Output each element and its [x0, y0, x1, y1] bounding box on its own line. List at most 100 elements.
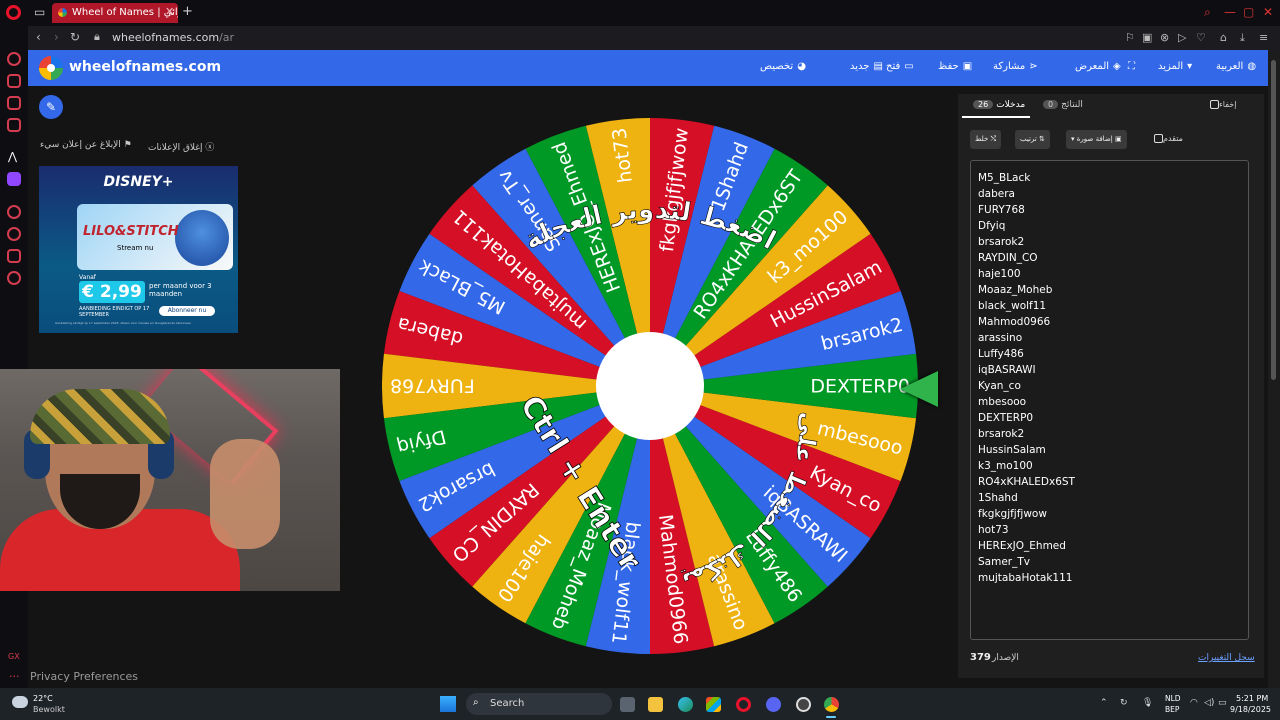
tab-islands-icon[interactable]: ▭	[34, 5, 45, 19]
sidebar-player-icon[interactable]	[7, 205, 21, 219]
fullscreen-button[interactable]: ⛶	[1128, 61, 1135, 72]
entry-item[interactable]: HussinSalam	[978, 442, 1248, 458]
new-button[interactable]: ▤ جديد	[850, 61, 883, 72]
entry-item[interactable]: brsarok2	[978, 426, 1248, 442]
tab-results[interactable]: النتائج0	[1040, 100, 1083, 110]
heart-icon[interactable]: ♡	[1196, 31, 1206, 44]
volume-icon[interactable]: ◁)	[1204, 698, 1214, 708]
add-image-button[interactable]: ▣ إضافة صورة ▾	[1066, 130, 1127, 149]
entry-item[interactable]: Luffy486	[978, 346, 1248, 362]
easy-setup-icon[interactable]: ≡	[1259, 31, 1268, 44]
sidebar-news-icon[interactable]	[7, 96, 21, 110]
edge-icon[interactable]	[678, 697, 693, 712]
opera-gx-taskbar-icon[interactable]	[736, 697, 751, 712]
clock-date[interactable]: 9/18/2025	[1230, 705, 1271, 714]
weather-temperature[interactable]: 22°C	[33, 694, 53, 703]
reload-icon[interactable]: ↻	[70, 30, 80, 44]
file-explorer-icon[interactable]	[648, 697, 663, 712]
brand-title[interactable]: wheelofnames.com	[69, 59, 221, 75]
entry-item[interactable]: RAYDIN_CO	[978, 250, 1248, 266]
wheel-center[interactable]	[596, 332, 704, 440]
entry-item[interactable]: DEXTERP0	[978, 410, 1248, 426]
save-button[interactable]: ▣ حفظ	[938, 61, 972, 72]
forward-icon[interactable]: ›	[54, 30, 59, 44]
scrollbar-thumb[interactable]	[1271, 60, 1276, 380]
search-tabs-icon[interactable]: ⌕	[1204, 5, 1211, 20]
entry-item[interactable]: hot73	[978, 522, 1248, 538]
shield-icon[interactable]: ⊗	[1160, 31, 1169, 44]
entry-item[interactable]: RO4xKHALEDx6ST	[978, 474, 1248, 490]
store-icon[interactable]	[706, 697, 721, 712]
entry-item[interactable]: k3_mo100	[978, 458, 1248, 474]
gallery-button[interactable]: ◈ المعرض	[1075, 61, 1121, 72]
entry-item[interactable]: M5_BLack	[978, 170, 1248, 186]
tray-sync-icon[interactable]: ↻	[1120, 698, 1128, 708]
sort-button[interactable]: ⇅ ترتيب	[1015, 130, 1050, 149]
sidebar-gx-corner-icon[interactable]	[7, 74, 21, 88]
disney-ad-banner[interactable]: DISNEY+ LILO&STITCH Stream nu Vanaf € 2,…	[39, 166, 238, 333]
tab-entries[interactable]: مدخلات26	[970, 100, 1025, 110]
advanced-checkbox[interactable]	[1154, 134, 1163, 143]
input-language[interactable]: NLD	[1165, 694, 1181, 703]
tab-close-icon[interactable]: ✕	[165, 5, 174, 18]
chrome-icon[interactable]	[824, 697, 839, 712]
close-window-icon[interactable]: ✕	[1263, 5, 1273, 19]
name-wheel[interactable]: M5_BLackdaberaFURY768Dfyiqbrsarok2RAYDIN…	[382, 118, 918, 654]
clock-time[interactable]: 5:21 PM	[1236, 694, 1268, 703]
opera-menu-icon[interactable]	[6, 5, 21, 20]
close-ads-link[interactable]: ⓧ إغلاق الإعلانات	[148, 140, 214, 153]
entry-item[interactable]: black_wolf11	[978, 298, 1248, 314]
entry-item[interactable]: Samer_Tv	[978, 554, 1248, 570]
ad-subscribe-button[interactable]: Abonneer nu	[159, 306, 215, 316]
network-icon[interactable]: ◠	[1190, 698, 1198, 708]
customize-button[interactable]: ◕ تخصيص	[760, 61, 806, 72]
edit-wheel-button[interactable]: ✎	[39, 95, 63, 119]
taskbar-search[interactable]: Search	[466, 693, 612, 715]
sidebar-extensions-icon[interactable]	[7, 249, 21, 263]
microphone-icon[interactable]: 🎙︎	[1142, 698, 1153, 708]
language-button[interactable]: ◍ العربية	[1216, 61, 1256, 72]
bookmark-add-icon[interactable]: ⚐	[1125, 31, 1135, 44]
lock-icon[interactable]: 🔒︎	[94, 30, 100, 44]
entry-item[interactable]: Mahmod0966	[978, 314, 1248, 330]
entry-item[interactable]: Dfyiq	[978, 218, 1248, 234]
hide-checkbox[interactable]	[1210, 100, 1219, 109]
entry-item[interactable]: mujtabaHotak111	[978, 570, 1248, 586]
more-menu-button[interactable]: ▾ المزيد	[1158, 61, 1192, 72]
task-view-icon[interactable]	[620, 697, 635, 712]
sidebar-settings-icon[interactable]	[7, 271, 21, 285]
entry-item[interactable]: haje100	[978, 266, 1248, 282]
entry-item[interactable]: FURY768	[978, 202, 1248, 218]
input-layout[interactable]: BEP	[1165, 705, 1179, 714]
sidebar-messenger-icon[interactable]	[7, 118, 21, 132]
sidebar-history-icon[interactable]	[7, 227, 21, 241]
weather-description[interactable]: Bewolkt	[33, 705, 65, 714]
privacy-preferences-link[interactable]: Privacy Preferences	[30, 670, 138, 683]
entry-item[interactable]: dabera	[978, 186, 1248, 202]
tray-overflow-icon[interactable]: ⌃	[1100, 698, 1108, 708]
discord-icon[interactable]	[766, 697, 781, 712]
back-icon[interactable]: ‹	[36, 30, 41, 44]
sidebar-more-icon[interactable]: ···	[9, 670, 20, 683]
shuffle-button[interactable]: ⤭ خلط	[970, 130, 1002, 149]
snapshot-icon[interactable]: ▣	[1142, 31, 1152, 44]
sidebar-twitch-icon[interactable]	[7, 172, 21, 186]
account-icon[interactable]: ⌂	[1220, 31, 1227, 44]
changelog-link[interactable]: سجل التغييرات	[1198, 653, 1255, 663]
entry-item[interactable]: mbesooo	[978, 394, 1248, 410]
hide-panel-toggle[interactable]: إخفاء	[1206, 100, 1236, 109]
player-icon[interactable]: ▷	[1178, 31, 1186, 44]
entries-textarea[interactable]: M5_BLack dabera FURY768 Dfyiq brsarok2 RAYDIN…	[970, 160, 1249, 640]
browser-tab-active[interactable]: Wheel of Names | عشوائي	[52, 3, 178, 23]
report-ad-link[interactable]: ⚑ الإبلاغ عن إعلان سيء	[40, 140, 132, 150]
battery-icon[interactable]: ▭	[1218, 698, 1227, 708]
entry-item[interactable]: iqBASRAWI	[978, 362, 1248, 378]
minimize-icon[interactable]: —	[1224, 5, 1236, 19]
windows-start-icon[interactable]	[440, 696, 456, 712]
steam-icon[interactable]	[796, 697, 811, 712]
share-button[interactable]: ⋖ مشاركة	[993, 61, 1038, 72]
url-field[interactable]: wheelofnames.com/ar	[112, 31, 234, 44]
new-tab-icon[interactable]: +	[182, 4, 193, 19]
entry-item[interactable]: brsarok2	[978, 234, 1248, 250]
download-icon[interactable]: ⤓	[1240, 31, 1245, 45]
